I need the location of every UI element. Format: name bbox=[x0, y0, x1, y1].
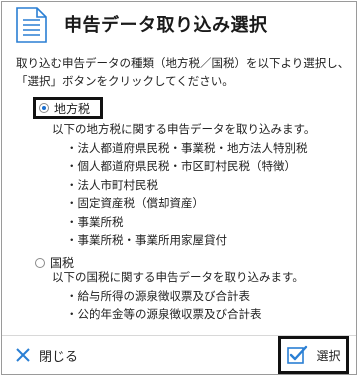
list-item: 公的年金等の源泉徴収票及び合計表 bbox=[66, 305, 304, 324]
list-item: 法人市町村民税 bbox=[66, 176, 315, 195]
list-item: 事業所税・事業所用家屋貸付 bbox=[66, 231, 315, 250]
radio-option-local-tax[interactable]: 地方税 bbox=[33, 97, 103, 119]
list-item: 固定資産税（償却資産） bbox=[66, 194, 315, 213]
local-tax-list: 法人都道府県民税・事業税・地方法人特別税 個人都道府県民税・市区町村民税（特徴）… bbox=[52, 139, 315, 250]
dialog-title: 申告データ取り込み選択 bbox=[64, 15, 268, 36]
close-icon bbox=[16, 348, 30, 362]
close-button-label: 閉じる bbox=[39, 349, 79, 365]
check-icon bbox=[287, 345, 308, 364]
select-button-label: 選択 bbox=[316, 348, 341, 363]
list-item: 事業所税 bbox=[66, 213, 315, 232]
local-tax-section: 以下の地方税に関する申告データを取り込みます。 法人都道府県民税・事業税・地方法… bbox=[52, 120, 315, 250]
description-line: 「選択」ボタンをクリックしてください。 bbox=[16, 74, 234, 88]
radio-national-tax[interactable] bbox=[35, 257, 45, 268]
radio-local-tax[interactable] bbox=[39, 103, 49, 113]
dialog-header: 申告データ取り込み選択 bbox=[2, 2, 356, 44]
local-tax-intro: 以下の地方税に関する申告データを取り込みます。 bbox=[52, 122, 316, 136]
national-tax-intro: 以下の国税に関する申告データを取り込みます。 bbox=[52, 270, 304, 284]
radio-label-local-tax: 地方税 bbox=[54, 101, 91, 116]
description-line: 取り込む申告データの種類（地方税／国税）を以下より選択し、 bbox=[16, 56, 350, 70]
dialog-description: 取り込む申告データの種類（地方税／国税）を以下より選択し、 「選択」ボタンをクリ… bbox=[16, 54, 356, 90]
national-tax-section: 以下の国税に関する申告データを取り込みます。 給与所得の源泉徴収票及び合計表 公… bbox=[52, 268, 304, 324]
select-button[interactable]: 選択 bbox=[278, 336, 349, 374]
national-tax-list: 給与所得の源泉徴収票及び合計表 公的年金等の源泉徴収票及び合計表 bbox=[52, 287, 304, 324]
dialog: 申告データ取り込み選択 取り込む申告データの種類（地方税／国税）を以下より選択し… bbox=[1, 1, 357, 375]
list-item: 法人都道府県民税・事業税・地方法人特別税 bbox=[66, 139, 315, 158]
close-button[interactable]: 閉じる bbox=[15, 344, 78, 366]
list-item: 給与所得の源泉徴収票及び合計表 bbox=[66, 287, 304, 306]
document-icon bbox=[16, 7, 47, 43]
list-item: 個人都道府県民税・市区町村民税（特徴） bbox=[66, 157, 315, 176]
